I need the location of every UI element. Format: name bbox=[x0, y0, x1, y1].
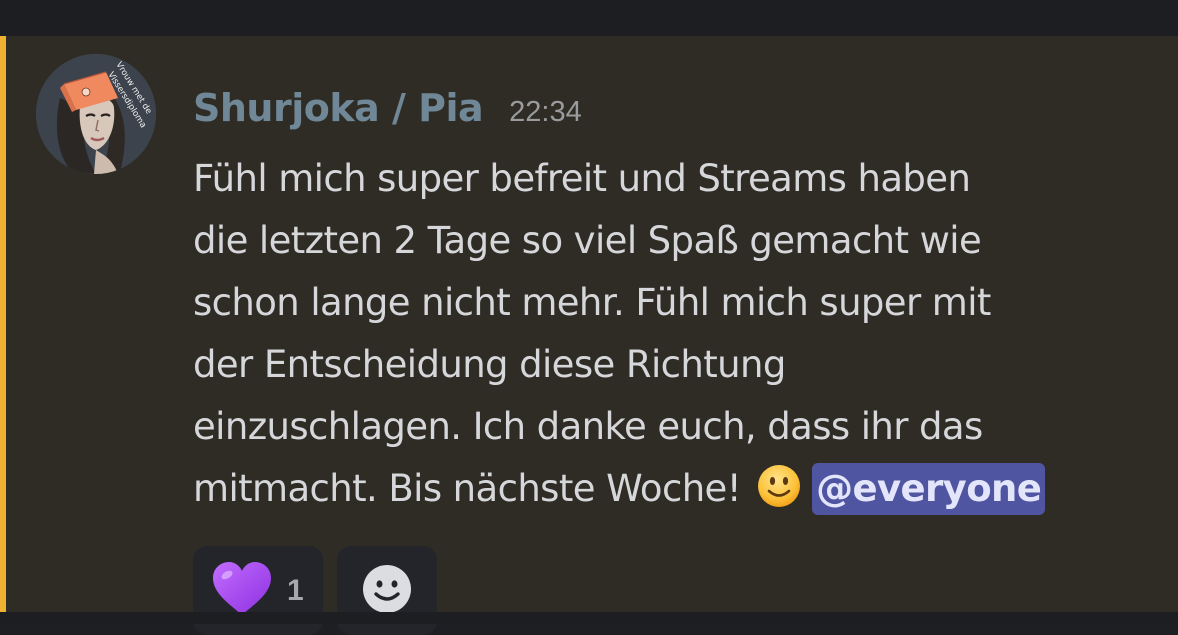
mention-highlight-bar bbox=[0, 36, 6, 612]
chat-message[interactable]: Vrouw met de Vissersdiploma Shurjoka / P… bbox=[0, 36, 1178, 635]
everyone-mention[interactable]: @everyone bbox=[812, 463, 1046, 515]
message-line-text: mitmacht. Bis nächste Woche! bbox=[193, 467, 742, 510]
message-line: schon lange nicht mehr. Fühl mich super … bbox=[193, 281, 991, 324]
avatar[interactable]: Vrouw met de Vissersdiploma bbox=[36, 54, 156, 174]
author-name[interactable]: Shurjoka / Pia bbox=[193, 86, 484, 130]
bottom-strip bbox=[0, 612, 1178, 624]
message-header: Shurjoka / Pia 22:34 bbox=[193, 86, 582, 136]
avatar-image: Vrouw met de Vissersdiploma bbox=[36, 54, 156, 174]
message-line: die letzten 2 Tage so viel Spaß gemacht … bbox=[193, 219, 982, 262]
add-reaction-smiley-icon bbox=[361, 563, 413, 619]
message-line: Fühl mich super befreit und Streams habe… bbox=[193, 157, 971, 200]
slightly-smiling-face-icon bbox=[756, 463, 802, 528]
message-content: Fühl mich super befreit und Streams habe… bbox=[193, 148, 1153, 528]
top-strip bbox=[0, 0, 1178, 36]
reaction-count: 1 bbox=[287, 573, 304, 607]
message-last-line: mitmacht. Bis nächste Woche! @everyone bbox=[193, 458, 1153, 528]
message-line: der Entscheidung diese Richtung bbox=[193, 343, 786, 386]
message-timestamp[interactable]: 22:34 bbox=[509, 96, 582, 129]
message-line: einzuschlagen. Ich danke euch, dass ihr … bbox=[193, 405, 983, 448]
